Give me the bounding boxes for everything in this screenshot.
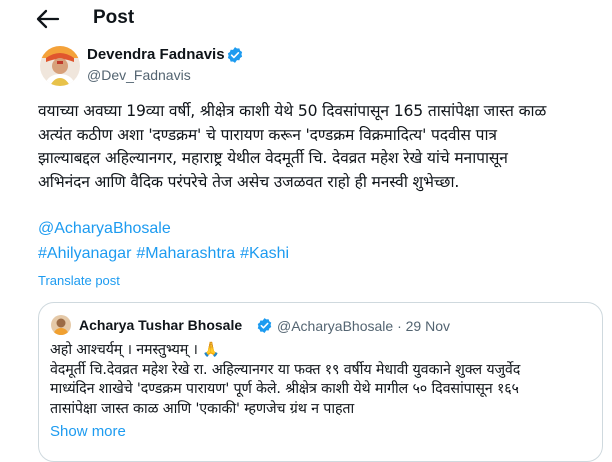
author-name[interactable]: Devendra Fadnavis — [87, 46, 225, 63]
meta-separator: · — [397, 318, 402, 334]
avatar-image — [40, 46, 80, 86]
arrow-left-icon — [36, 9, 60, 29]
quoted-author-handle[interactable]: @AcharyaBhosale — [277, 318, 393, 334]
hashtag-link[interactable]: #Kashi — [240, 245, 289, 262]
quoted-author-meta: @AcharyaBhosale · 29 Nov — [277, 318, 450, 334]
show-more-link[interactable]: Show more — [50, 423, 126, 440]
hashtag-link[interactable]: #Maharashtra — [136, 245, 235, 262]
quoted-author-name[interactable]: Acharya Tushar Bhosale — [79, 317, 242, 333]
verified-badge-icon — [256, 317, 273, 334]
hashtag-link[interactable]: #Ahilyanagar — [38, 245, 131, 262]
mention-line: @AcharyaBhosale — [38, 220, 176, 238]
top-bar: Post — [0, 0, 612, 38]
author-handle[interactable]: @Dev_Fadnavis — [87, 67, 191, 83]
mention-link[interactable]: @AcharyaBhosale — [38, 220, 171, 237]
author-avatar[interactable] — [40, 46, 80, 86]
page-title: Post — [93, 7, 135, 28]
quoted-post-date[interactable]: 29 Nov — [406, 318, 450, 334]
verified-badge-icon — [226, 46, 244, 64]
translate-post-link[interactable]: Translate post — [38, 273, 120, 288]
quoted-post-text: अहो आश्चर्यम् । नमस्तुभ्यम् । 🙏 वेदमूर्त… — [50, 342, 521, 417]
quoted-author-avatar[interactable] — [51, 315, 71, 335]
avatar-image — [51, 315, 71, 335]
post-body-text: वयाच्या अवघ्या 19व्या वर्षी, श्रीक्षेत्र… — [38, 102, 547, 191]
back-button[interactable] — [34, 6, 62, 32]
hashtag-line: #Ahilyanagar #Maharashtra #Kashi — [38, 245, 294, 263]
quoted-post-card[interactable]: Acharya Tushar Bhosale @AcharyaBhosale ·… — [38, 302, 603, 462]
